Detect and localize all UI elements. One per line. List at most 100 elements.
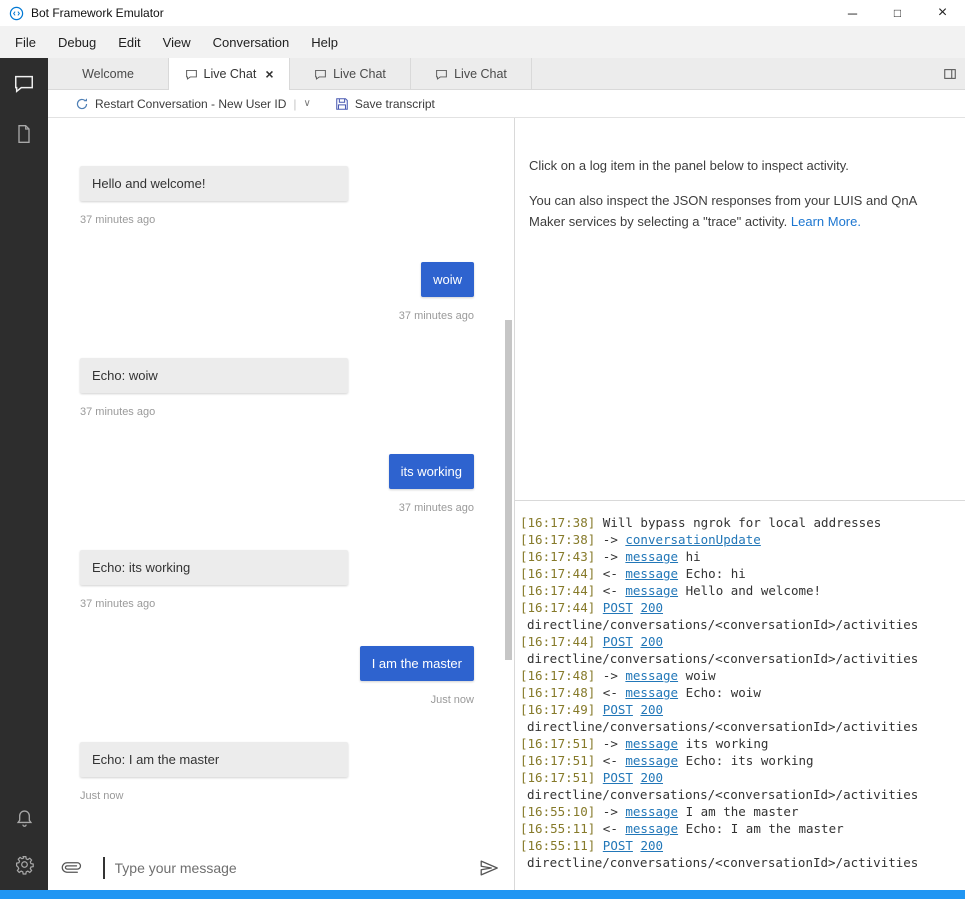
sidebar-conversations-button[interactable] (12, 72, 36, 96)
chat-scrollbar-thumb[interactable] (505, 320, 512, 660)
log-timestamp[interactable]: [16:17:51] (520, 770, 595, 785)
log-link[interactable]: message (625, 685, 678, 700)
chat-message-bubble[interactable]: I am the master (359, 646, 474, 681)
log-link[interactable]: message (625, 804, 678, 819)
log-timestamp[interactable]: [16:17:38] (520, 515, 595, 530)
log-entry[interactable]: [16:17:51] -> message its working (520, 735, 957, 752)
log-entry[interactable]: [16:17:49] POST 200 directline/conversati… (520, 701, 957, 735)
log-timestamp[interactable]: [16:17:44] (520, 634, 595, 649)
tab-live-chat-3[interactable]: Live Chat (411, 58, 532, 90)
log-link[interactable]: 200 (640, 770, 663, 785)
log-link[interactable]: 200 (640, 634, 663, 649)
log-timestamp[interactable]: [16:55:10] (520, 804, 595, 819)
send-icon[interactable] (478, 857, 500, 879)
log-text: <- (602, 685, 626, 700)
log-entry[interactable]: [16:55:11] <- message Echo: I am the mas… (520, 820, 957, 837)
log-entry[interactable]: [16:55:11] POST 200 directline/conversati… (520, 837, 957, 871)
maximize-button[interactable]: □ (875, 0, 920, 26)
restart-icon (75, 97, 89, 111)
tab-live-chat-1[interactable]: Live Chat × (169, 58, 290, 90)
panel-layout-icon[interactable] (935, 58, 965, 90)
restart-conversation-button[interactable]: Restart Conversation - New User ID (75, 97, 286, 111)
log-timestamp[interactable]: [16:55:11] (520, 838, 595, 853)
save-icon (335, 97, 349, 111)
log-link[interactable]: message (625, 821, 678, 836)
log-entry[interactable]: [16:17:38] Will bypass ngrok for local a… (520, 514, 957, 531)
log-entry[interactable]: [16:17:48] <- message Echo: woiw (520, 684, 957, 701)
log-timestamp[interactable]: [16:17:44] (520, 583, 595, 598)
sidebar-notifications-button[interactable] (12, 806, 36, 830)
chat-message-bubble[interactable]: Echo: its working (80, 550, 348, 585)
paperclip-icon[interactable] (61, 858, 82, 877)
log-text: Hello and welcome! (678, 583, 822, 598)
sidebar-settings-button[interactable] (12, 852, 36, 876)
log-link[interactable]: conversationUpdate (625, 532, 760, 547)
chat-message-bubble[interactable]: Echo: I am the master (80, 742, 348, 777)
log-link[interactable]: POST (603, 600, 633, 615)
log-text: I am the master (678, 804, 799, 819)
log-link[interactable]: POST (603, 634, 633, 649)
learn-more-link[interactable]: Learn More. (791, 214, 861, 229)
log-link[interactable]: message (625, 549, 678, 564)
log-timestamp[interactable]: [16:17:38] (520, 532, 595, 547)
menu-item-conversation[interactable]: Conversation (202, 26, 301, 58)
save-transcript-button[interactable]: Save transcript (335, 97, 435, 111)
log-entry[interactable]: [16:17:44] <- message Echo: hi (520, 565, 957, 582)
log-link[interactable]: 200 (640, 702, 663, 717)
menu-item-help[interactable]: Help (300, 26, 349, 58)
log-timestamp[interactable]: [16:17:51] (520, 753, 595, 768)
chat-message-bubble[interactable]: Echo: woiw (80, 358, 348, 393)
log-link[interactable]: message (625, 753, 678, 768)
log-line: [16:17:43] -> message hi (520, 548, 957, 565)
menu-item-view[interactable]: View (152, 26, 202, 58)
log-link[interactable]: 200 (640, 838, 663, 853)
log-entry[interactable]: [16:17:48] -> message woiw (520, 667, 957, 684)
log-link[interactable]: POST (603, 770, 633, 785)
log-link[interactable]: message (625, 583, 678, 598)
chat-message-bubble[interactable]: woiw (421, 262, 474, 297)
chat-message-bubble[interactable]: Hello and welcome! (80, 166, 348, 201)
log-entry[interactable]: [16:17:44] POST 200 directline/conversati… (520, 633, 957, 667)
chat-panel: Hello and welcome! 37 minutes ago woiw 37 m… (48, 118, 515, 890)
sidebar-resources-button[interactable] (12, 122, 36, 146)
log-line: [16:17:38] Will bypass ngrok for local a… (520, 514, 957, 531)
log-link[interactable]: message (625, 736, 678, 751)
message-timestamp: 37 minutes ago (80, 214, 156, 226)
log-timestamp[interactable]: [16:55:11] (520, 821, 595, 836)
log-timestamp[interactable]: [16:17:48] (520, 685, 595, 700)
log-text: woiw (678, 668, 716, 683)
log-text: hi (678, 549, 701, 564)
log-link[interactable]: message (625, 668, 678, 683)
chevron-down-icon[interactable]: ∨ (304, 98, 311, 109)
log-entry[interactable]: [16:17:51] <- message Echo: its working (520, 752, 957, 769)
menu-item-file[interactable]: File (4, 26, 47, 58)
chat-message-bubble[interactable]: its working (388, 454, 474, 489)
log-timestamp[interactable]: [16:17:43] (520, 549, 595, 564)
log-link[interactable]: POST (603, 702, 633, 717)
close-button[interactable]: × (920, 0, 965, 26)
log-entry[interactable]: [16:17:44] <- message Hello and welcome! (520, 582, 957, 599)
log-entry[interactable]: [16:17:43] -> message hi (520, 548, 957, 565)
log-text: <- (602, 566, 626, 581)
log-entry[interactable]: [16:17:44] POST 200 directline/conversati… (520, 599, 957, 633)
log-timestamp[interactable]: [16:17:44] (520, 600, 595, 615)
log-entry[interactable]: [16:17:38] -> conversationUpdate (520, 531, 957, 548)
log-timestamp[interactable]: [16:17:51] (520, 736, 595, 751)
log-link[interactable]: message (625, 566, 678, 581)
log-timestamp[interactable]: [16:17:48] (520, 668, 595, 683)
tab-live-chat-2[interactable]: Live Chat (290, 58, 411, 90)
minimize-button[interactable]: ─ (830, 0, 875, 26)
menu-item-debug[interactable]: Debug (47, 26, 107, 58)
save-transcript-label: Save transcript (354, 96, 435, 111)
log-entry[interactable]: [16:17:51] POST 200 directline/conversati… (520, 769, 957, 803)
close-tab-icon[interactable]: × (265, 66, 273, 82)
log-entry[interactable]: [16:55:10] -> message I am the master (520, 803, 957, 820)
menu-item-edit[interactable]: Edit (107, 26, 151, 58)
message-input[interactable] (114, 859, 468, 876)
log-text: -> (602, 804, 626, 819)
log-timestamp[interactable]: [16:17:44] (520, 566, 595, 581)
log-timestamp[interactable]: [16:17:49] (520, 702, 595, 717)
log-link[interactable]: POST (603, 838, 633, 853)
log-link[interactable]: 200 (640, 600, 663, 615)
tab-welcome-0[interactable]: Welcome (48, 58, 169, 90)
